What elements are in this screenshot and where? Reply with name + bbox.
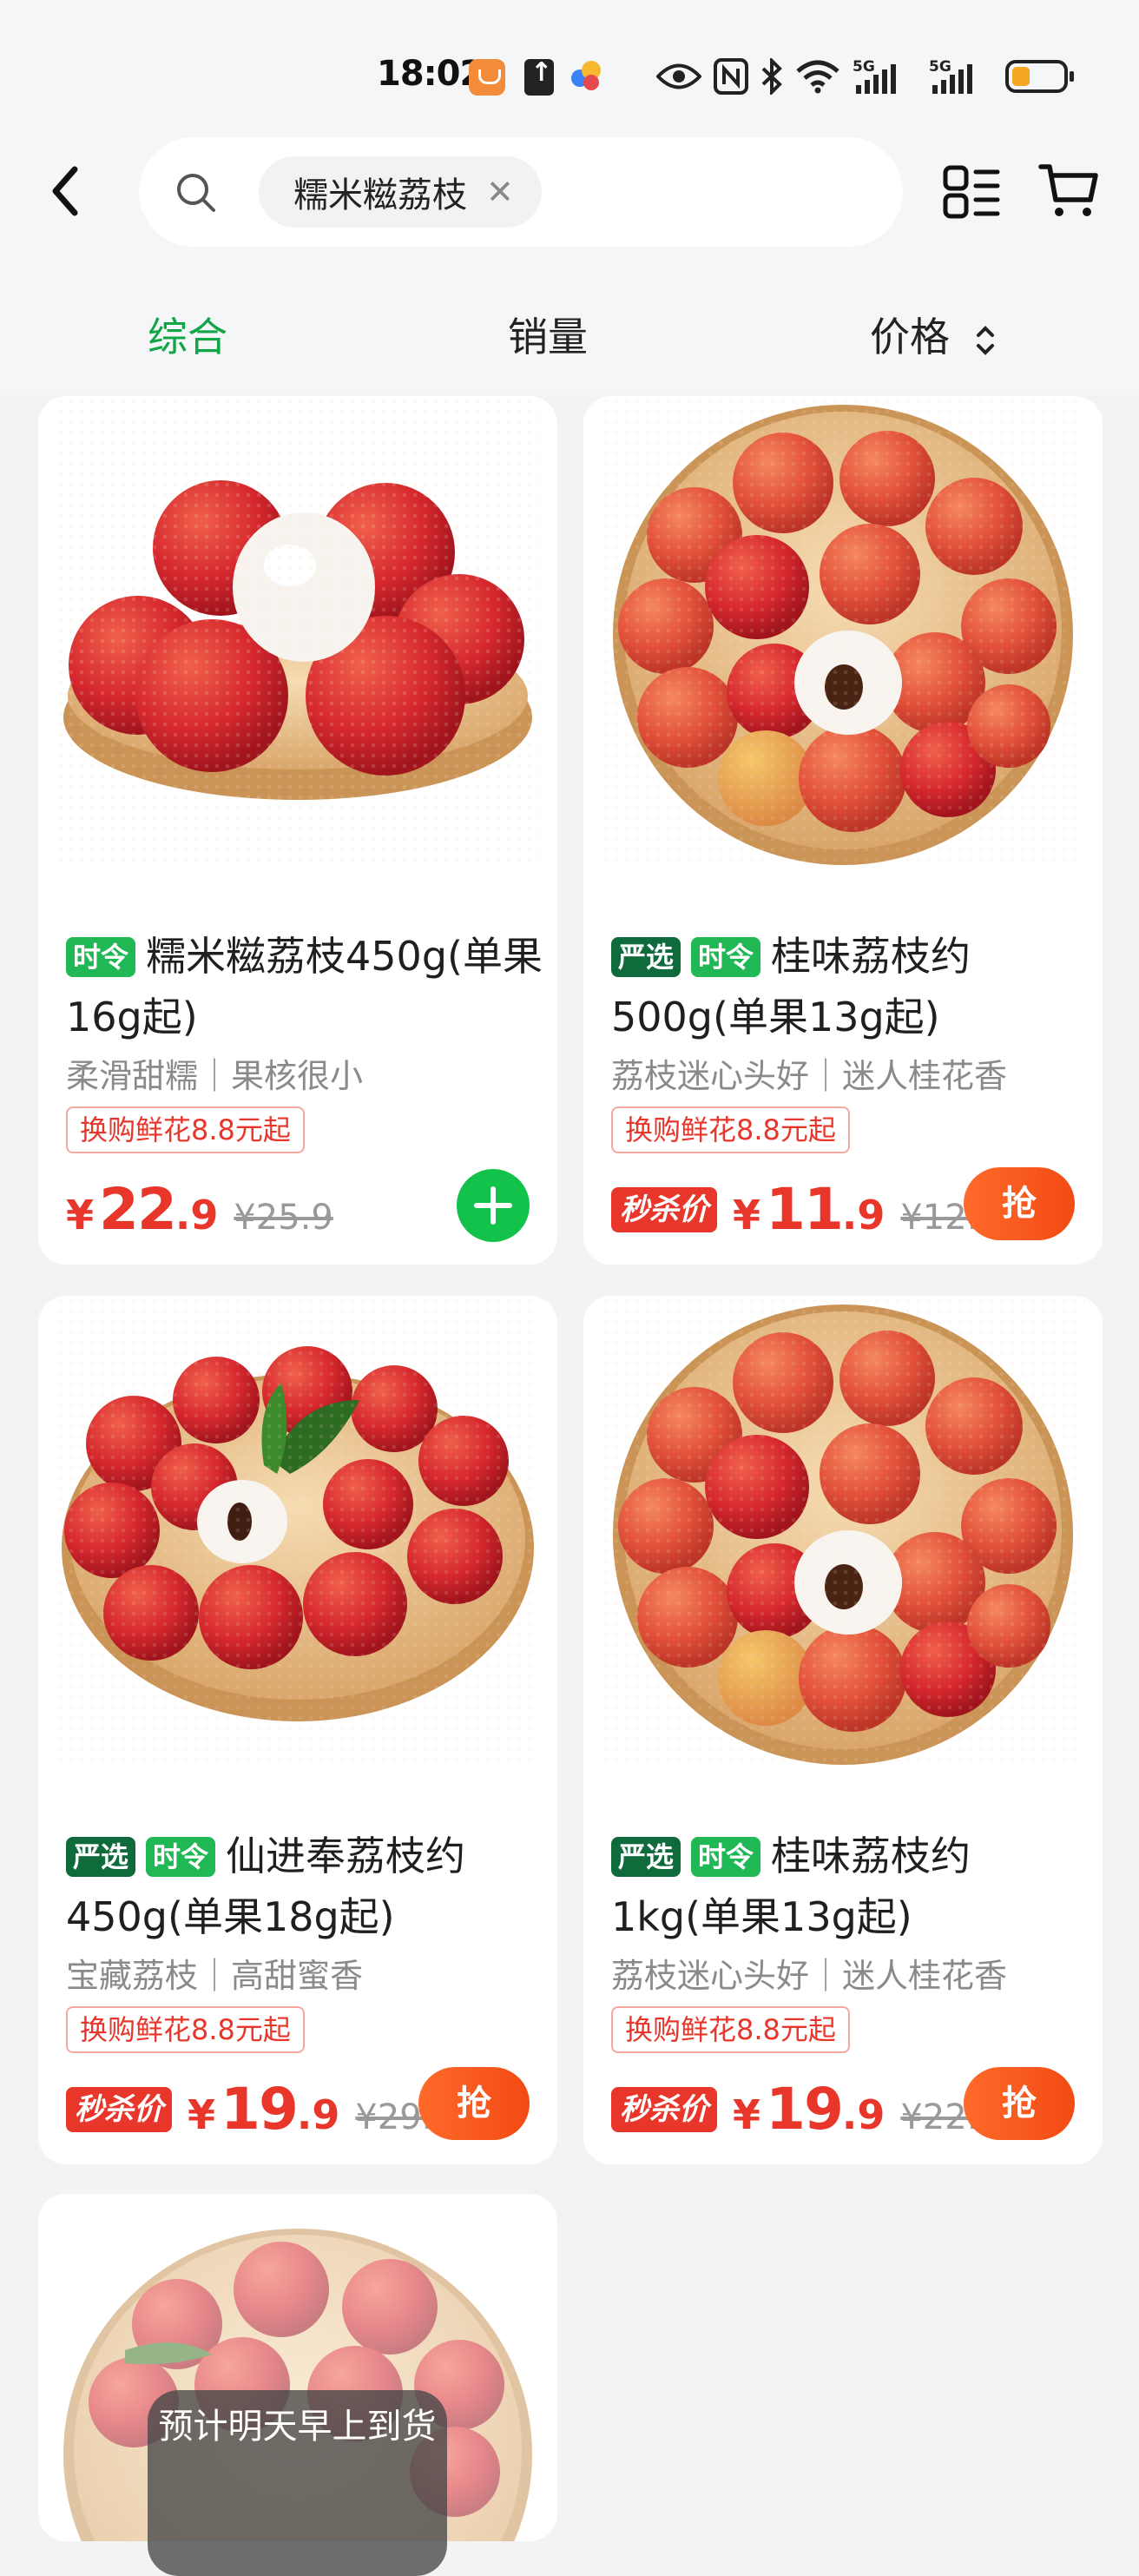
- search-query-text: 糯米糍荔枝: [293, 175, 467, 215]
- tab-price[interactable]: 价格: [870, 306, 996, 363]
- price-integer: 19: [766, 2076, 844, 2143]
- signal-5g-icon: 5G: [853, 58, 896, 94]
- tab-comprehensive[interactable]: 综合: [148, 306, 227, 363]
- product-image: [56, 396, 540, 865]
- seasonal-tag: 时令: [146, 1837, 216, 1877]
- product-image: [601, 396, 1085, 865]
- premium-tag: 严选: [611, 1837, 681, 1877]
- seasonal-tag: 时令: [691, 937, 761, 977]
- back-button[interactable]: [43, 161, 95, 221]
- seasonal-tag: 时令: [66, 937, 136, 977]
- original-price: ¥25.9: [234, 1198, 333, 1238]
- price-currency: ¥: [188, 2091, 216, 2138]
- bluetooth-icon: [761, 58, 782, 95]
- price-integer: 19: [221, 2076, 299, 2143]
- search-query-chip[interactable]: 糯米糍荔枝 ✕: [259, 156, 542, 228]
- search-box[interactable]: 糯米糍荔枝 ✕: [139, 137, 903, 247]
- product-title: 时令 糯米糍荔枝450g(单果16g起): [66, 926, 552, 1047]
- app-orange-icon: [469, 59, 505, 96]
- grab-button[interactable]: 抢: [418, 2067, 530, 2140]
- tab-price-label: 价格: [870, 314, 950, 360]
- close-icon[interactable]: ✕: [486, 175, 514, 208]
- product-image: [56, 1296, 540, 1765]
- product-title-text: 糯米糍荔枝450g(单果16g起): [66, 933, 543, 1040]
- product-subtitle: 宝藏荔枝｜高甜蜜香: [66, 1957, 364, 1995]
- price-row: ¥22.9 ¥25.9: [66, 1176, 333, 1243]
- promo-badge: 换购鲜花8.8元起: [611, 2006, 850, 2053]
- flash-sale-label: 秒杀价: [66, 2086, 172, 2132]
- wifi-icon: [796, 60, 839, 94]
- price-decimal: .9: [296, 2091, 340, 2138]
- search-icon: [177, 174, 215, 212]
- signal-label-1: 5G: [853, 58, 875, 76]
- status-icons: 5G 5G: [656, 52, 1074, 101]
- promo-badge: 换购鲜花8.8元起: [66, 1106, 305, 1153]
- price-row: 秒杀价 ¥19.9 ¥29.9: [66, 2076, 455, 2143]
- price-row: 秒杀价 ¥19.9 ¥22.9: [611, 2076, 1000, 2143]
- product-subtitle: 柔滑甜糯｜果核很小: [66, 1057, 364, 1095]
- price-decimal: .9: [841, 1192, 886, 1238]
- price-decimal: .9: [841, 2091, 886, 2138]
- price-integer: 22: [99, 1176, 177, 1243]
- product-title: 严选 时令 桂味荔枝约500g(单果13g起): [611, 926, 1097, 1047]
- product-title: 严选 时令 桂味荔枝约1kg(单果13g起): [611, 1826, 1097, 1947]
- back-icon: [52, 166, 78, 216]
- product-subtitle: 荔枝迷心头好｜迷人桂花香: [611, 1057, 1008, 1095]
- promo-badge: 换购鲜花8.8元起: [66, 2006, 305, 2053]
- seasonal-tag: 时令: [691, 1837, 761, 1877]
- price-row: 秒杀价 ¥11.9 ¥12.9: [611, 1176, 1000, 1243]
- product-subtitle: 荔枝迷心头好｜迷人桂花香: [611, 1957, 1008, 1995]
- price-currency: ¥: [733, 1192, 761, 1238]
- grab-button[interactable]: 抢: [964, 2067, 1075, 2140]
- product-image: [601, 1296, 1085, 1765]
- signal-label-2: 5G: [929, 58, 951, 76]
- price-currency: ¥: [733, 2091, 761, 2138]
- status-time: 18:02: [377, 54, 484, 94]
- sort-arrows-icon: [976, 325, 994, 355]
- signal-5g-icon: 5G: [929, 58, 972, 94]
- cart-icon[interactable]: [1038, 162, 1099, 219]
- product-card[interactable]: 严选 时令 桂味荔枝约1kg(单果13g起) 荔枝迷心头好｜迷人桂花香 换购鲜花8.…: [583, 1296, 1103, 2164]
- product-card[interactable]: 时令 糯米糍荔枝450g(单果16g起) 柔滑甜糯｜果核很小 换购鲜花8.8元起 …: [38, 396, 557, 1265]
- premium-tag: 严选: [66, 1837, 136, 1877]
- layout-toggle-icon[interactable]: [943, 165, 1000, 219]
- flash-sale-label: 秒杀价: [611, 2086, 717, 2132]
- product-card[interactable]: 严选 时令 仙进奉荔枝约450g(单果18g起) 宝藏荔枝｜高甜蜜香 换购鲜花8.8…: [38, 1296, 557, 2164]
- price-integer: 11: [766, 1176, 844, 1243]
- premium-tag: 严选: [611, 937, 681, 977]
- product-card[interactable]: 严选 时令 桂味荔枝约500g(单果13g起) 荔枝迷心头好｜迷人桂花香 换购鲜花8…: [583, 396, 1103, 1265]
- grab-button[interactable]: 抢: [964, 1167, 1075, 1240]
- delivery-notice: 预计明天早上到货: [148, 2390, 447, 2576]
- nfc-icon: [714, 58, 748, 95]
- tab-sales[interactable]: 销量: [508, 306, 588, 363]
- price-decimal: .9: [174, 1192, 219, 1238]
- flash-sale-label: 秒杀价: [611, 1186, 717, 1232]
- status-bar: 18:02 5G 5G: [0, 0, 1139, 148]
- eye-icon: [656, 63, 701, 89]
- price-currency: ¥: [66, 1192, 95, 1238]
- upload-icon: [524, 57, 554, 96]
- product-title: 严选 时令 仙进奉荔枝约450g(单果18g起): [66, 1826, 552, 1947]
- promo-badge: 换购鲜花8.8元起: [611, 1106, 850, 1153]
- app-multicolor-icon: [571, 61, 604, 94]
- add-to-cart-button[interactable]: [457, 1169, 530, 1242]
- battery-low-icon: [1005, 60, 1074, 93]
